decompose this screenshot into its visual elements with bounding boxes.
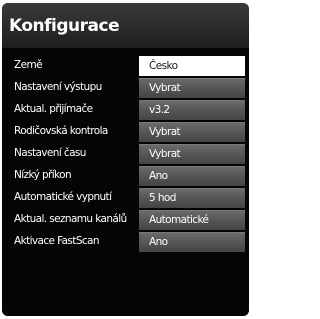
setting-value: 5 hod [149,192,176,204]
setting-value-button[interactable]: Česko [139,56,245,76]
setting-label: Aktivace FastScan [14,235,100,247]
setting-label: Aktual. přijímače [14,103,93,115]
setting-label: Automatické vypnutí [14,191,112,203]
setting-value: Ano [149,236,168,248]
setting-value: Vybrat [149,148,181,160]
setting-label: Nastavení výstupu [14,81,102,93]
setting-row-channel-list-update[interactable]: Aktual. seznamu kanálů Automatické [2,209,249,231]
setting-value: v3.2 [149,104,170,116]
setting-value: Ano [149,170,168,182]
setting-value: Vybrat [149,82,181,94]
setting-row-low-power[interactable]: Nízký příkon Ano [2,165,249,187]
setting-row-parental-control[interactable]: Rodičovská kontrola Vybrat [2,121,249,143]
setting-value: Česko [149,60,178,72]
setting-value-button[interactable]: Vybrat [139,122,245,142]
setting-label: Aktual. seznamu kanálů [14,213,127,225]
dialog-title: Konfigurace [9,16,120,36]
setting-value-button[interactable]: v3.2 [139,100,245,120]
setting-label: Země [14,59,43,71]
setting-row-fastscan[interactable]: Aktivace FastScan Ano [2,231,249,253]
setting-label: Rodičovská kontrola [14,125,108,137]
setting-value-button[interactable]: Vybrat [139,78,245,98]
setting-value-button[interactable]: Ano [139,232,245,252]
setting-value-button[interactable]: 5 hod [139,188,245,208]
setting-value: Vybrat [149,126,181,138]
setting-label: Nízký příkon [14,169,72,181]
setting-value: Automatické [149,214,209,226]
setting-row-country[interactable]: Země Česko [2,55,249,77]
settings-list: Země Česko Nastavení výstupu Vybrat Aktu… [2,48,249,316]
setting-value-button[interactable]: Automatické [139,210,245,230]
setting-value-button[interactable]: Vybrat [139,144,245,164]
setting-label: Nastavení času [14,147,86,159]
setting-value-button[interactable]: Ano [139,166,245,186]
setting-row-auto-power-off[interactable]: Automatické vypnutí 5 hod [2,187,249,209]
title-bar: Konfigurace [2,3,249,48]
setting-row-time-settings[interactable]: Nastavení času Vybrat [2,143,249,165]
setting-row-receiver-update[interactable]: Aktual. přijímače v3.2 [2,99,249,121]
configuration-dialog: Konfigurace Země Česko Nastavení výstupu… [2,3,249,316]
setting-row-output[interactable]: Nastavení výstupu Vybrat [2,77,249,99]
